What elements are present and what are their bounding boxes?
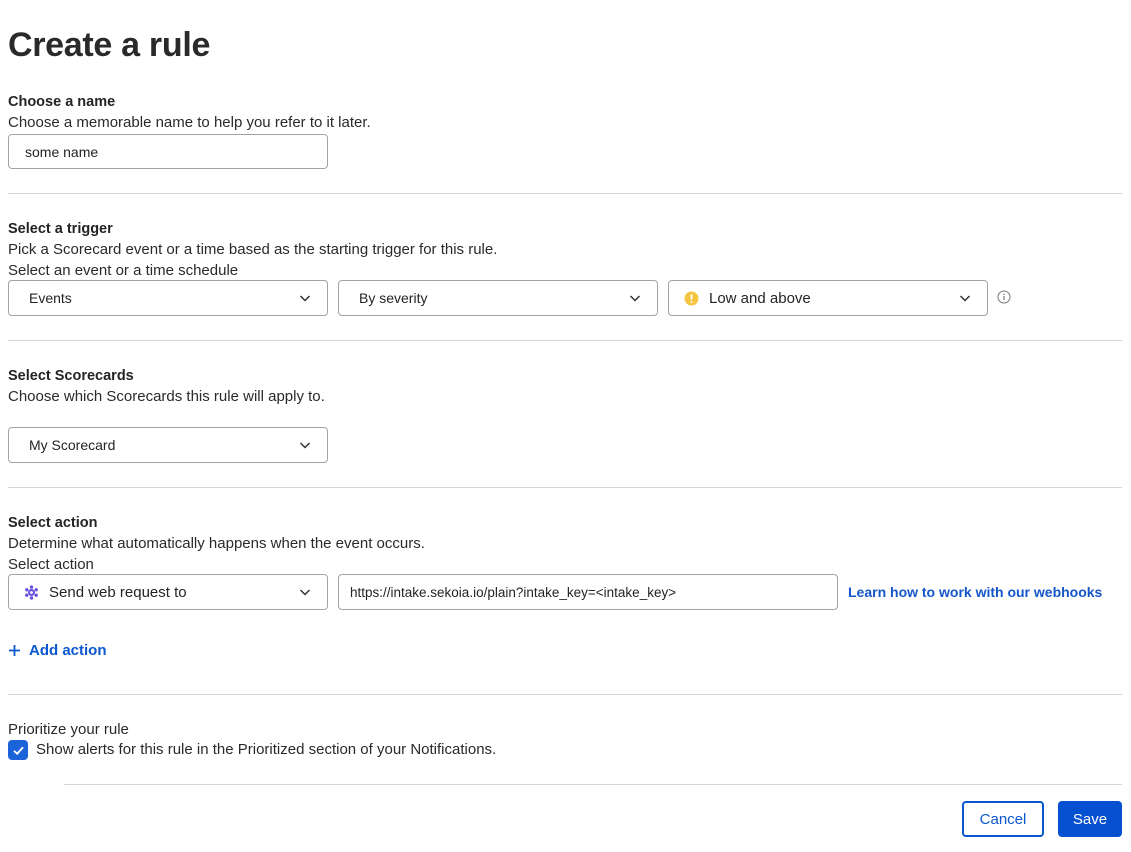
trigger-section-title: Select a trigger: [8, 221, 113, 237]
trigger-type-select[interactable]: Events: [8, 280, 328, 316]
chevron-down-icon: [299, 295, 311, 302]
name-section-description: Choose a memorable name to help you refe…: [8, 114, 371, 131]
action-type-value: Send web request to: [49, 583, 187, 601]
priority-section-title: Prioritize your rule: [8, 721, 129, 738]
prioritize-checkbox-label[interactable]: Show alerts for this rule in the Priorit…: [36, 741, 496, 758]
section-divider: [8, 487, 1122, 488]
webhook-icon: [24, 584, 39, 600]
chevron-down-icon: [299, 442, 311, 449]
trigger-field-label: Select an event or a time schedule: [8, 262, 239, 279]
cancel-button[interactable]: Cancel: [962, 801, 1044, 837]
action-section-title: Select action: [8, 515, 98, 531]
info-icon[interactable]: [997, 290, 1011, 304]
trigger-filter-value: By severity: [359, 290, 428, 306]
webhooks-help-link[interactable]: Learn how to work with our webhooks: [848, 584, 1102, 600]
webhook-url-value: https://intake.sekoia.io/plain?intake_ke…: [350, 584, 677, 600]
rule-name-input[interactable]: some name: [8, 134, 328, 169]
trigger-section-description: Pick a Scorecard event or a time based a…: [8, 241, 498, 258]
plus-icon: [9, 645, 20, 656]
prioritize-checkbox[interactable]: [8, 740, 28, 760]
trigger-type-value: Events: [29, 290, 72, 306]
chevron-down-icon: [959, 295, 971, 302]
chevron-down-icon: [299, 589, 311, 596]
severity-select[interactable]: Low and above: [668, 280, 988, 316]
save-button[interactable]: Save: [1058, 801, 1122, 837]
rule-name-value: some name: [25, 143, 99, 160]
scorecards-section-description: Choose which Scorecards this rule will a…: [8, 388, 325, 405]
trigger-filter-select[interactable]: By severity: [338, 280, 658, 316]
scorecards-section-title: Select Scorecards: [8, 368, 134, 384]
add-action-button[interactable]: Add action: [8, 642, 107, 659]
webhook-url-input[interactable]: https://intake.sekoia.io/plain?intake_ke…: [338, 574, 838, 610]
warning-circle-icon: [684, 291, 699, 306]
page-title: Create a rule: [8, 26, 211, 64]
chevron-down-icon: [629, 295, 641, 302]
action-type-select[interactable]: Send web request to: [8, 574, 328, 610]
scorecard-select[interactable]: My Scorecard: [8, 427, 328, 463]
section-divider: [8, 694, 1122, 695]
severity-value: Low and above: [709, 289, 811, 307]
add-action-label: Add action: [29, 642, 107, 659]
section-divider: [8, 340, 1122, 341]
section-divider: [8, 193, 1122, 194]
action-field-label: Select action: [8, 556, 94, 573]
footer-divider: [64, 784, 1122, 785]
name-section-title: Choose a name: [8, 94, 116, 110]
checkmark-icon: [12, 746, 24, 755]
scorecard-value: My Scorecard: [29, 437, 116, 453]
action-section-description: Determine what automatically happens whe…: [8, 535, 425, 552]
